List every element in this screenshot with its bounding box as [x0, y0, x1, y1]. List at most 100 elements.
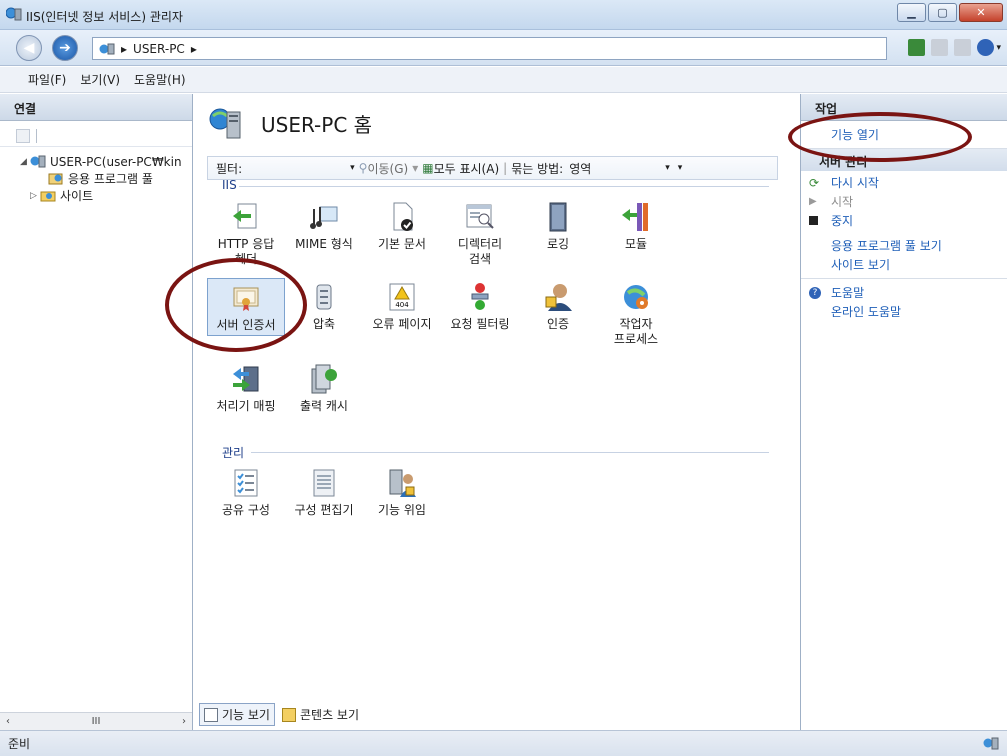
modules-icon [622, 203, 648, 231]
worker-processes-icon [624, 285, 648, 309]
tab-content-view[interactable]: 콘텐츠 보기 [277, 703, 364, 726]
content-view-icon [281, 707, 296, 722]
action-help[interactable]: ? 도움말 [801, 283, 1007, 302]
connections-pane: 연결 ◢ USER-PC(user-PC₩kin 응용 프로그램 풀 ▷ 사이트… [0, 94, 193, 730]
minimize-icon: ▁ [907, 6, 916, 19]
expand-icon[interactable]: ▷ [30, 191, 40, 201]
menu-bar: 파일(F) 보기(V) 도움말(H) [0, 67, 1007, 93]
feature-delegation-icon [389, 469, 416, 497]
feature-compression[interactable]: 압축 [285, 278, 363, 334]
back-button[interactable]: ◀ [16, 35, 42, 61]
feature-feature-delegation[interactable]: 기능 위임 [363, 464, 441, 520]
scroll-right-icon[interactable]: › [182, 716, 186, 727]
filter-dropdown-icon[interactable]: ▾ [350, 163, 355, 173]
group-by-label: 묶는 방법: [511, 161, 564, 176]
tree-node-sites[interactable]: ▷ 사이트 [0, 187, 192, 204]
scroll-thumb[interactable]: III [92, 716, 101, 727]
breadcrumb-separator-icon: ▸ [121, 41, 128, 56]
server-home-icon [209, 108, 241, 139]
forward-button[interactable]: ➔ [52, 35, 78, 61]
feature-http-response-headers[interactable]: HTTP 응답 헤더 [207, 198, 285, 269]
status-bar: 준비 [0, 730, 1007, 756]
group-management-divider [251, 452, 769, 453]
tree-label-sites: 사이트 [60, 189, 94, 203]
feature-server-certificates[interactable]: 서버 인증서 [207, 278, 285, 336]
home-icon[interactable] [954, 39, 972, 56]
feature-authentication[interactable]: 인증 [519, 278, 597, 334]
breadcrumb-server[interactable]: USER-PC [133, 42, 185, 56]
help-icon[interactable] [977, 39, 995, 56]
action-open-feature[interactable]: 기능 열기 [801, 125, 1007, 144]
connections-tree: ◢ USER-PC(user-PC₩kin 응용 프로그램 풀 ▷ 사이트 [0, 147, 192, 204]
action-online-help[interactable]: 온라인 도움말 [801, 302, 1007, 321]
server-icon [99, 43, 115, 54]
action-view-sites[interactable]: 사이트 보기 [801, 255, 1007, 274]
server-status-icon [983, 737, 999, 750]
feature-output-caching[interactable]: 출력 캐시 [285, 360, 363, 416]
close-button[interactable]: ✕ [959, 3, 1003, 22]
horizontal-scrollbar[interactable]: ‹ III › [0, 712, 192, 730]
feature-shared-configuration[interactable]: 공유 구성 [207, 464, 285, 520]
group-by-dropdown-icon[interactable]: ▾ [665, 163, 670, 173]
view-options-icon[interactable]: ▾ [678, 163, 683, 173]
go-dropdown-icon[interactable]: ▾ [412, 161, 418, 175]
feature-configuration-editor[interactable]: 구성 편집기 [285, 464, 363, 520]
feature-modules[interactable]: 모듈 [597, 198, 675, 254]
help-icon: ? [809, 286, 821, 299]
go-button[interactable]: 이동(G) [367, 160, 408, 177]
feature-error-pages[interactable]: 404 오류 페이지 [363, 278, 441, 334]
action-view-app-pools[interactable]: 응용 프로그램 풀 보기 [801, 236, 1007, 255]
authentication-icon [545, 284, 572, 311]
breadcrumb-dropdown-icon[interactable]: ▸ [191, 42, 197, 56]
feature-directory-browsing[interactable]: 디렉터리 검색 [441, 198, 519, 269]
minimize-button[interactable]: ▁ [897, 3, 926, 22]
compression-icon [316, 284, 332, 310]
menu-file[interactable]: 파일(F) [28, 71, 66, 88]
server-certificates-icon [233, 287, 259, 311]
page-title-area: USER-PC 홈 [209, 106, 372, 140]
app-pool-icon [48, 173, 63, 185]
filter-bar: 필터: ▾ ⚲ 이동(G) ▾ ▦ 모두 표시(A) | 묶는 방법: 영역 ▾… [207, 156, 778, 180]
menu-help[interactable]: 도움말(H) [134, 71, 186, 88]
group-by-select[interactable]: 영역 [569, 160, 665, 177]
sites-folder-icon [40, 191, 56, 202]
server-manage-section: ⟳ 다시 시작 ▶ 시작 중지 응용 프로그램 풀 보기 사이트 보기 [801, 171, 1007, 279]
forward-arrow-icon: ➔ [59, 40, 71, 56]
default-document-icon [393, 202, 413, 231]
error-pages-icon: 404 [389, 283, 415, 311]
show-all-button[interactable]: 모두 표시(A) [434, 160, 500, 177]
refresh-icon[interactable] [908, 39, 926, 56]
action-stop[interactable]: 중지 [801, 211, 1007, 230]
shared-configuration-icon [234, 469, 258, 497]
tree-node-app-pools[interactable]: 응용 프로그램 풀 [0, 170, 192, 187]
feature-handler-mappings[interactable]: 처리기 매핑 [207, 360, 285, 416]
scroll-left-icon[interactable]: ‹ [6, 716, 10, 727]
restart-icon: ⟳ [809, 175, 820, 190]
feature-default-document[interactable]: 기본 문서 [363, 198, 441, 254]
feature-worker-processes[interactable]: 작업자 프로세스 [597, 278, 675, 349]
actions-open-section: 기능 열기 [801, 121, 1007, 149]
feature-request-filtering[interactable]: 요청 필터링 [441, 278, 519, 334]
request-filtering-icon [471, 283, 489, 310]
help-dropdown-icon[interactable]: ▾ [996, 43, 1001, 53]
tree-node-server[interactable]: ◢ USER-PC(user-PC₩kin [0, 153, 192, 170]
directory-browsing-icon [466, 204, 494, 229]
feature-logging[interactable]: 로깅 [519, 198, 597, 254]
configuration-editor-icon [313, 469, 335, 497]
features-view-icon [204, 707, 218, 722]
collapse-icon[interactable]: ◢ [20, 157, 30, 167]
filter-label: 필터: [216, 161, 243, 176]
view-tabs: 기능 보기 콘텐츠 보기 [199, 703, 366, 726]
actions-pane: 작업 기능 열기 서버 관리 ⟳ 다시 시작 ▶ 시작 중지 응용 프로그램 풀… [800, 94, 1007, 730]
menu-view[interactable]: 보기(V) [80, 71, 120, 88]
connect-icon[interactable] [16, 129, 30, 143]
feature-mime-types[interactable]: MIME 형식 [285, 198, 363, 254]
action-start[interactable]: ▶ 시작 [801, 192, 1007, 211]
output-caching-icon [311, 364, 337, 394]
actions-header: 작업 [801, 94, 1007, 121]
maximize-button[interactable]: ▢ [928, 3, 957, 22]
stop-icon[interactable] [931, 39, 949, 56]
address-bar[interactable]: ▸ USER-PC ▸ [92, 37, 887, 60]
action-restart[interactable]: ⟳ 다시 시작 [801, 173, 1007, 192]
tab-features-view[interactable]: 기능 보기 [199, 703, 275, 726]
